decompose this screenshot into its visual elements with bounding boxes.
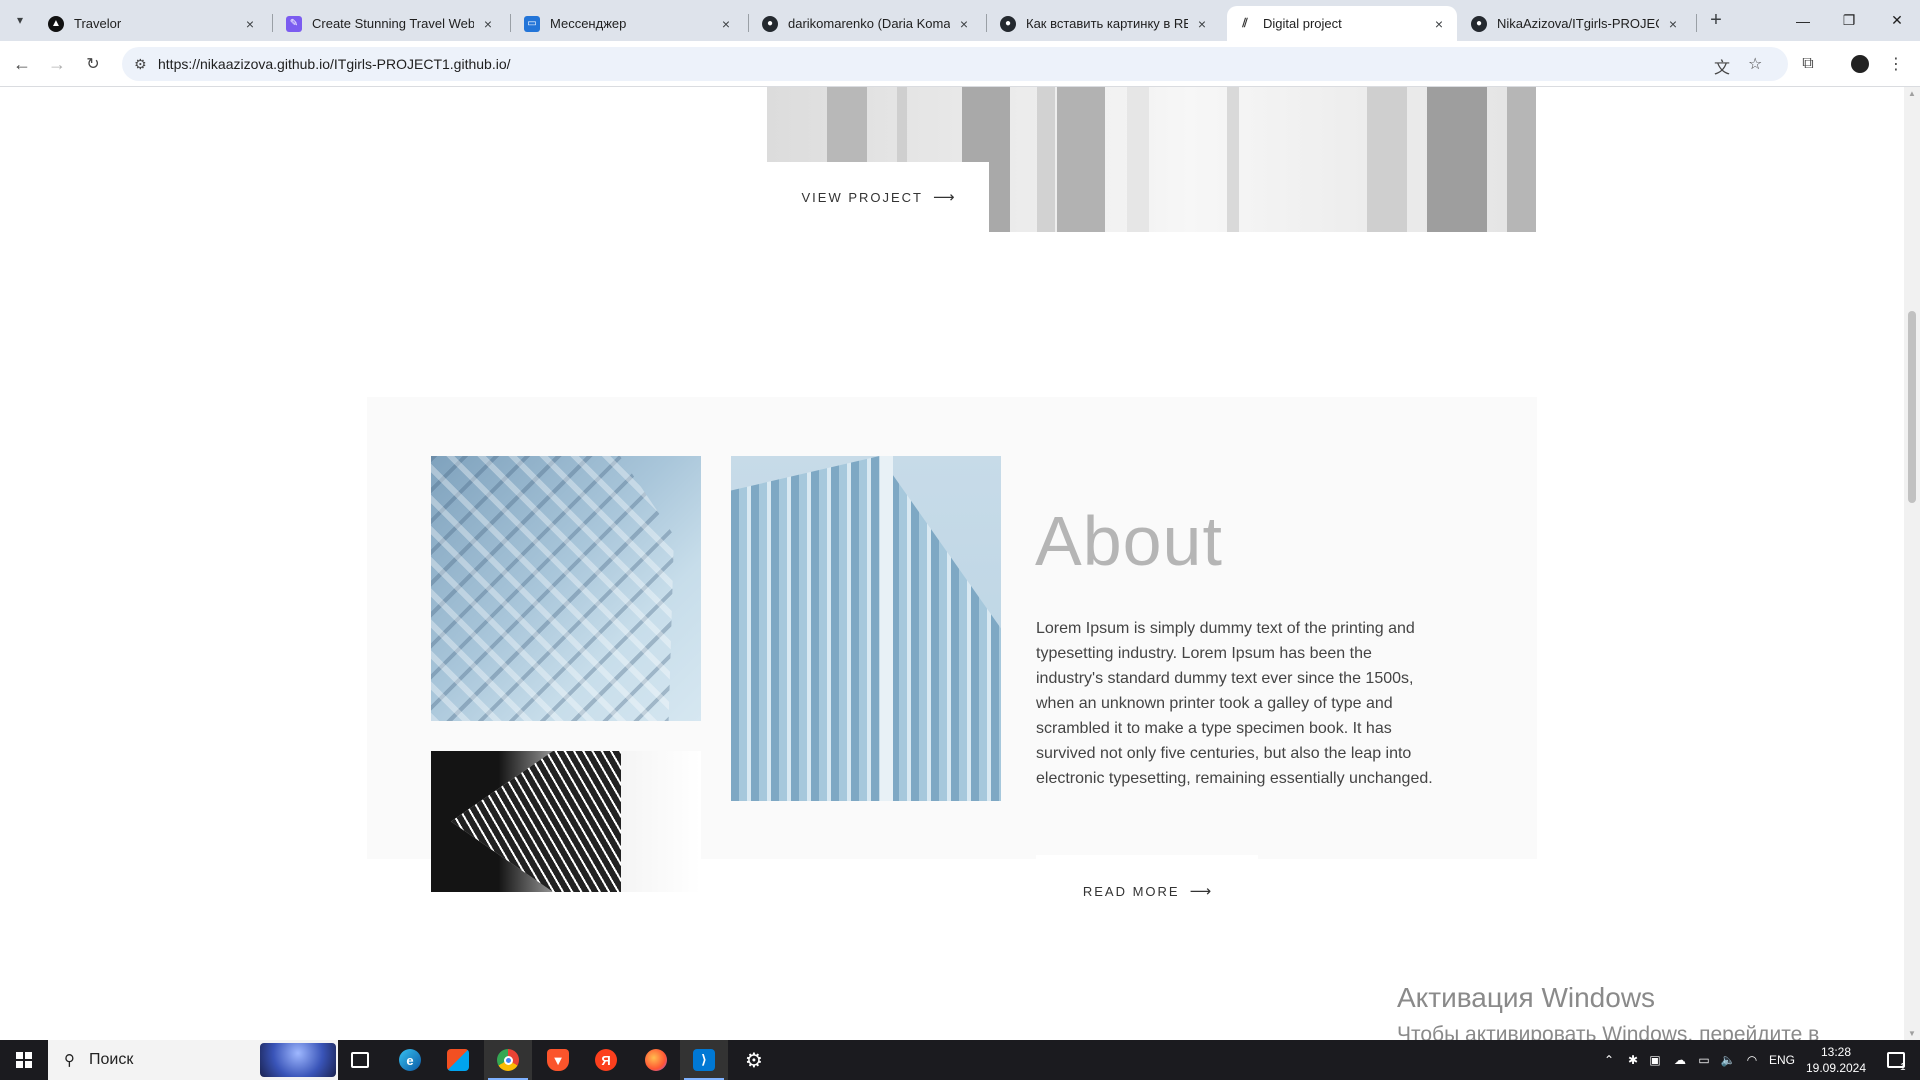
search-highlight-image[interactable]	[260, 1043, 336, 1077]
view-project-label: VIEW PROJECT	[801, 189, 923, 205]
github-favicon-icon: ●	[1000, 15, 1016, 32]
scroll-up-arrow-icon[interactable]: ▲	[1908, 89, 1916, 98]
about-image-facade	[431, 456, 701, 721]
site-favicon-icon: ⫽	[1242, 16, 1248, 30]
browser-menu-icon[interactable]: ⋮	[1882, 50, 1910, 78]
tab-search-icon[interactable]: ▾	[8, 8, 32, 32]
close-icon[interactable]: ×	[1665, 16, 1681, 32]
pen-favicon-icon: ✎	[286, 15, 302, 32]
bookmark-star-icon[interactable]: ☆	[1748, 54, 1762, 74]
about-heading: About	[1035, 502, 1223, 580]
browser-toolbar: ← → ↻ ⚙ https://nikaazizova.github.io/IT…	[0, 41, 1920, 87]
notification-count-badge: 1	[1900, 1062, 1906, 1073]
tab-travelor[interactable]: ▲ Travelor ×	[38, 6, 268, 41]
vscode-icon[interactable]: ⟩	[680, 1040, 728, 1080]
tab-title: Как вставить картинку в READ	[1026, 16, 1188, 31]
close-icon[interactable]: ×	[718, 16, 734, 32]
about-paragraph: Lorem Ipsum is simply dummy text of the …	[1036, 620, 1433, 787]
view-project-button[interactable]: VIEW PROJECT ⟶	[767, 162, 989, 232]
messenger-favicon-icon: ▭	[524, 15, 540, 32]
close-icon[interactable]: ×	[1194, 16, 1210, 32]
reload-icon[interactable]: ↻	[79, 50, 107, 78]
close-icon[interactable]: ×	[956, 16, 972, 32]
close-icon[interactable]: ×	[242, 16, 258, 32]
back-arrow-icon[interactable]: ←	[8, 50, 36, 78]
arrow-right-icon: ⟶	[933, 189, 955, 206]
arrow-right-icon: ⟶	[1189, 883, 1212, 900]
yandex-browser-icon[interactable]: Я	[582, 1040, 630, 1080]
wifi-icon[interactable]: ◠	[1740, 1040, 1764, 1080]
edge-browser-icon[interactable]: e	[386, 1040, 434, 1080]
tab-title: Create Stunning Travel Website	[312, 16, 474, 31]
tab-title: Мессенджер	[550, 16, 627, 31]
profile-avatar[interactable]	[1846, 50, 1874, 78]
forward-arrow-icon[interactable]: →	[43, 50, 71, 78]
onedrive-cloud-icon[interactable]: ☁	[1668, 1040, 1692, 1080]
extensions-puzzle-icon[interactable]: ⧉	[1794, 50, 1822, 78]
restore-icon[interactable]: ❐	[1826, 0, 1872, 41]
minimize-icon[interactable]: —	[1780, 0, 1826, 41]
about-image-monochrome-building	[431, 751, 701, 892]
clock-time: 13:28	[1820, 1045, 1852, 1059]
settings-gear-icon[interactable]: ⚙	[730, 1040, 778, 1080]
taskbar-clock[interactable]: 13:28 19.09.2024	[1800, 1044, 1872, 1076]
window-close-icon[interactable]: ✕	[1874, 0, 1920, 41]
windows-taskbar: ⚲ Поиск e ▼ Я ⟩ ⚙ ⌃ ✱ ▣ ☁ ▭ 🔈 ◠ ENG 13:2…	[0, 1040, 1920, 1080]
tab-title: darikomarenko (Daria Komaren	[788, 16, 950, 31]
read-more-button[interactable]: READ MORE ⟶	[1036, 855, 1258, 927]
tab-nikaazizova-repo[interactable]: ● NikaAzizova/ITgirls-PROJECT1.g ×	[1461, 6, 1691, 41]
tab-strip: ▾ ▲ Travelor × ✎ Create Stunning Travel …	[0, 0, 1920, 41]
tab-readme-image[interactable]: ● Как вставить картинку в READ ×	[990, 6, 1220, 41]
new-tab-plus-icon[interactable]: +	[1704, 8, 1728, 32]
tab-create-travel-website[interactable]: ✎ Create Stunning Travel Website ×	[276, 6, 506, 41]
github-favicon-icon: ●	[1471, 15, 1487, 32]
battery-icon[interactable]: ▭	[1692, 1040, 1716, 1080]
tab-messenger[interactable]: ▭ Мессенджер ×	[514, 6, 744, 41]
close-icon[interactable]: ×	[480, 16, 496, 32]
translate-icon[interactable]: 文	[1714, 54, 1730, 78]
github-favicon-icon: ●	[762, 15, 778, 32]
search-placeholder: Поиск	[89, 1051, 134, 1068]
tab-title: Digital project	[1263, 16, 1342, 31]
address-bar[interactable]: ⚙ https://nikaazizova.github.io/ITgirls-…	[122, 47, 1788, 81]
page-viewport: VIEW PROJECT ⟶ About Lorem Ipsum is simp…	[0, 87, 1904, 1040]
windows-logo-icon	[16, 1052, 32, 1068]
microsoft-store-icon[interactable]	[434, 1040, 482, 1080]
firefox-browser-icon[interactable]	[632, 1040, 680, 1080]
tray-expand-chevron-icon[interactable]: ⌃	[1598, 1040, 1620, 1080]
site-info-icon[interactable]: ⚙	[134, 56, 147, 73]
search-icon: ⚲	[64, 1052, 75, 1069]
activation-message: Чтобы активировать Windows, перейдите в …	[1397, 1023, 1820, 1040]
taskbar-search-box[interactable]: ⚲ Поиск	[48, 1040, 338, 1080]
start-button[interactable]	[0, 1040, 48, 1080]
tray-device-icon[interactable]: ▣	[1644, 1040, 1666, 1080]
language-indicator[interactable]: ENG	[1764, 1040, 1800, 1080]
tab-title: NikaAzizova/ITgirls-PROJECT1.g	[1497, 16, 1659, 31]
about-image-glass-tower	[731, 456, 1001, 801]
task-view-icon[interactable]	[336, 1040, 384, 1080]
tab-digital-project[interactable]: ⫽ Digital project ×	[1227, 6, 1457, 41]
notification-center-icon[interactable]: 1	[1876, 1040, 1916, 1080]
windows-activation-watermark: Активация Windows Чтобы активировать Win…	[1397, 982, 1857, 1040]
volume-icon[interactable]: 🔈	[1716, 1040, 1740, 1080]
scrollbar-thumb[interactable]	[1908, 311, 1916, 503]
travelor-favicon-icon: ▲	[48, 15, 64, 32]
chrome-browser-icon[interactable]	[484, 1040, 532, 1080]
activation-title: Активация Windows	[1397, 982, 1656, 1013]
brave-browser-icon[interactable]: ▼	[534, 1040, 582, 1080]
tab-title: Travelor	[74, 16, 122, 31]
scroll-down-arrow-icon[interactable]: ▼	[1908, 1029, 1916, 1038]
page-scrollbar[interactable]: ▲ ▼	[1904, 87, 1920, 1040]
tab-darikomarenko[interactable]: ● darikomarenko (Daria Komaren ×	[752, 6, 982, 41]
clock-date: 19.09.2024	[1805, 1061, 1867, 1075]
tray-app-icon[interactable]: ✱	[1622, 1040, 1644, 1080]
close-icon[interactable]: ×	[1431, 16, 1447, 32]
read-more-label: READ MORE	[1082, 883, 1180, 899]
url-text[interactable]: https://nikaazizova.github.io/ITgirls-PR…	[158, 56, 511, 72]
